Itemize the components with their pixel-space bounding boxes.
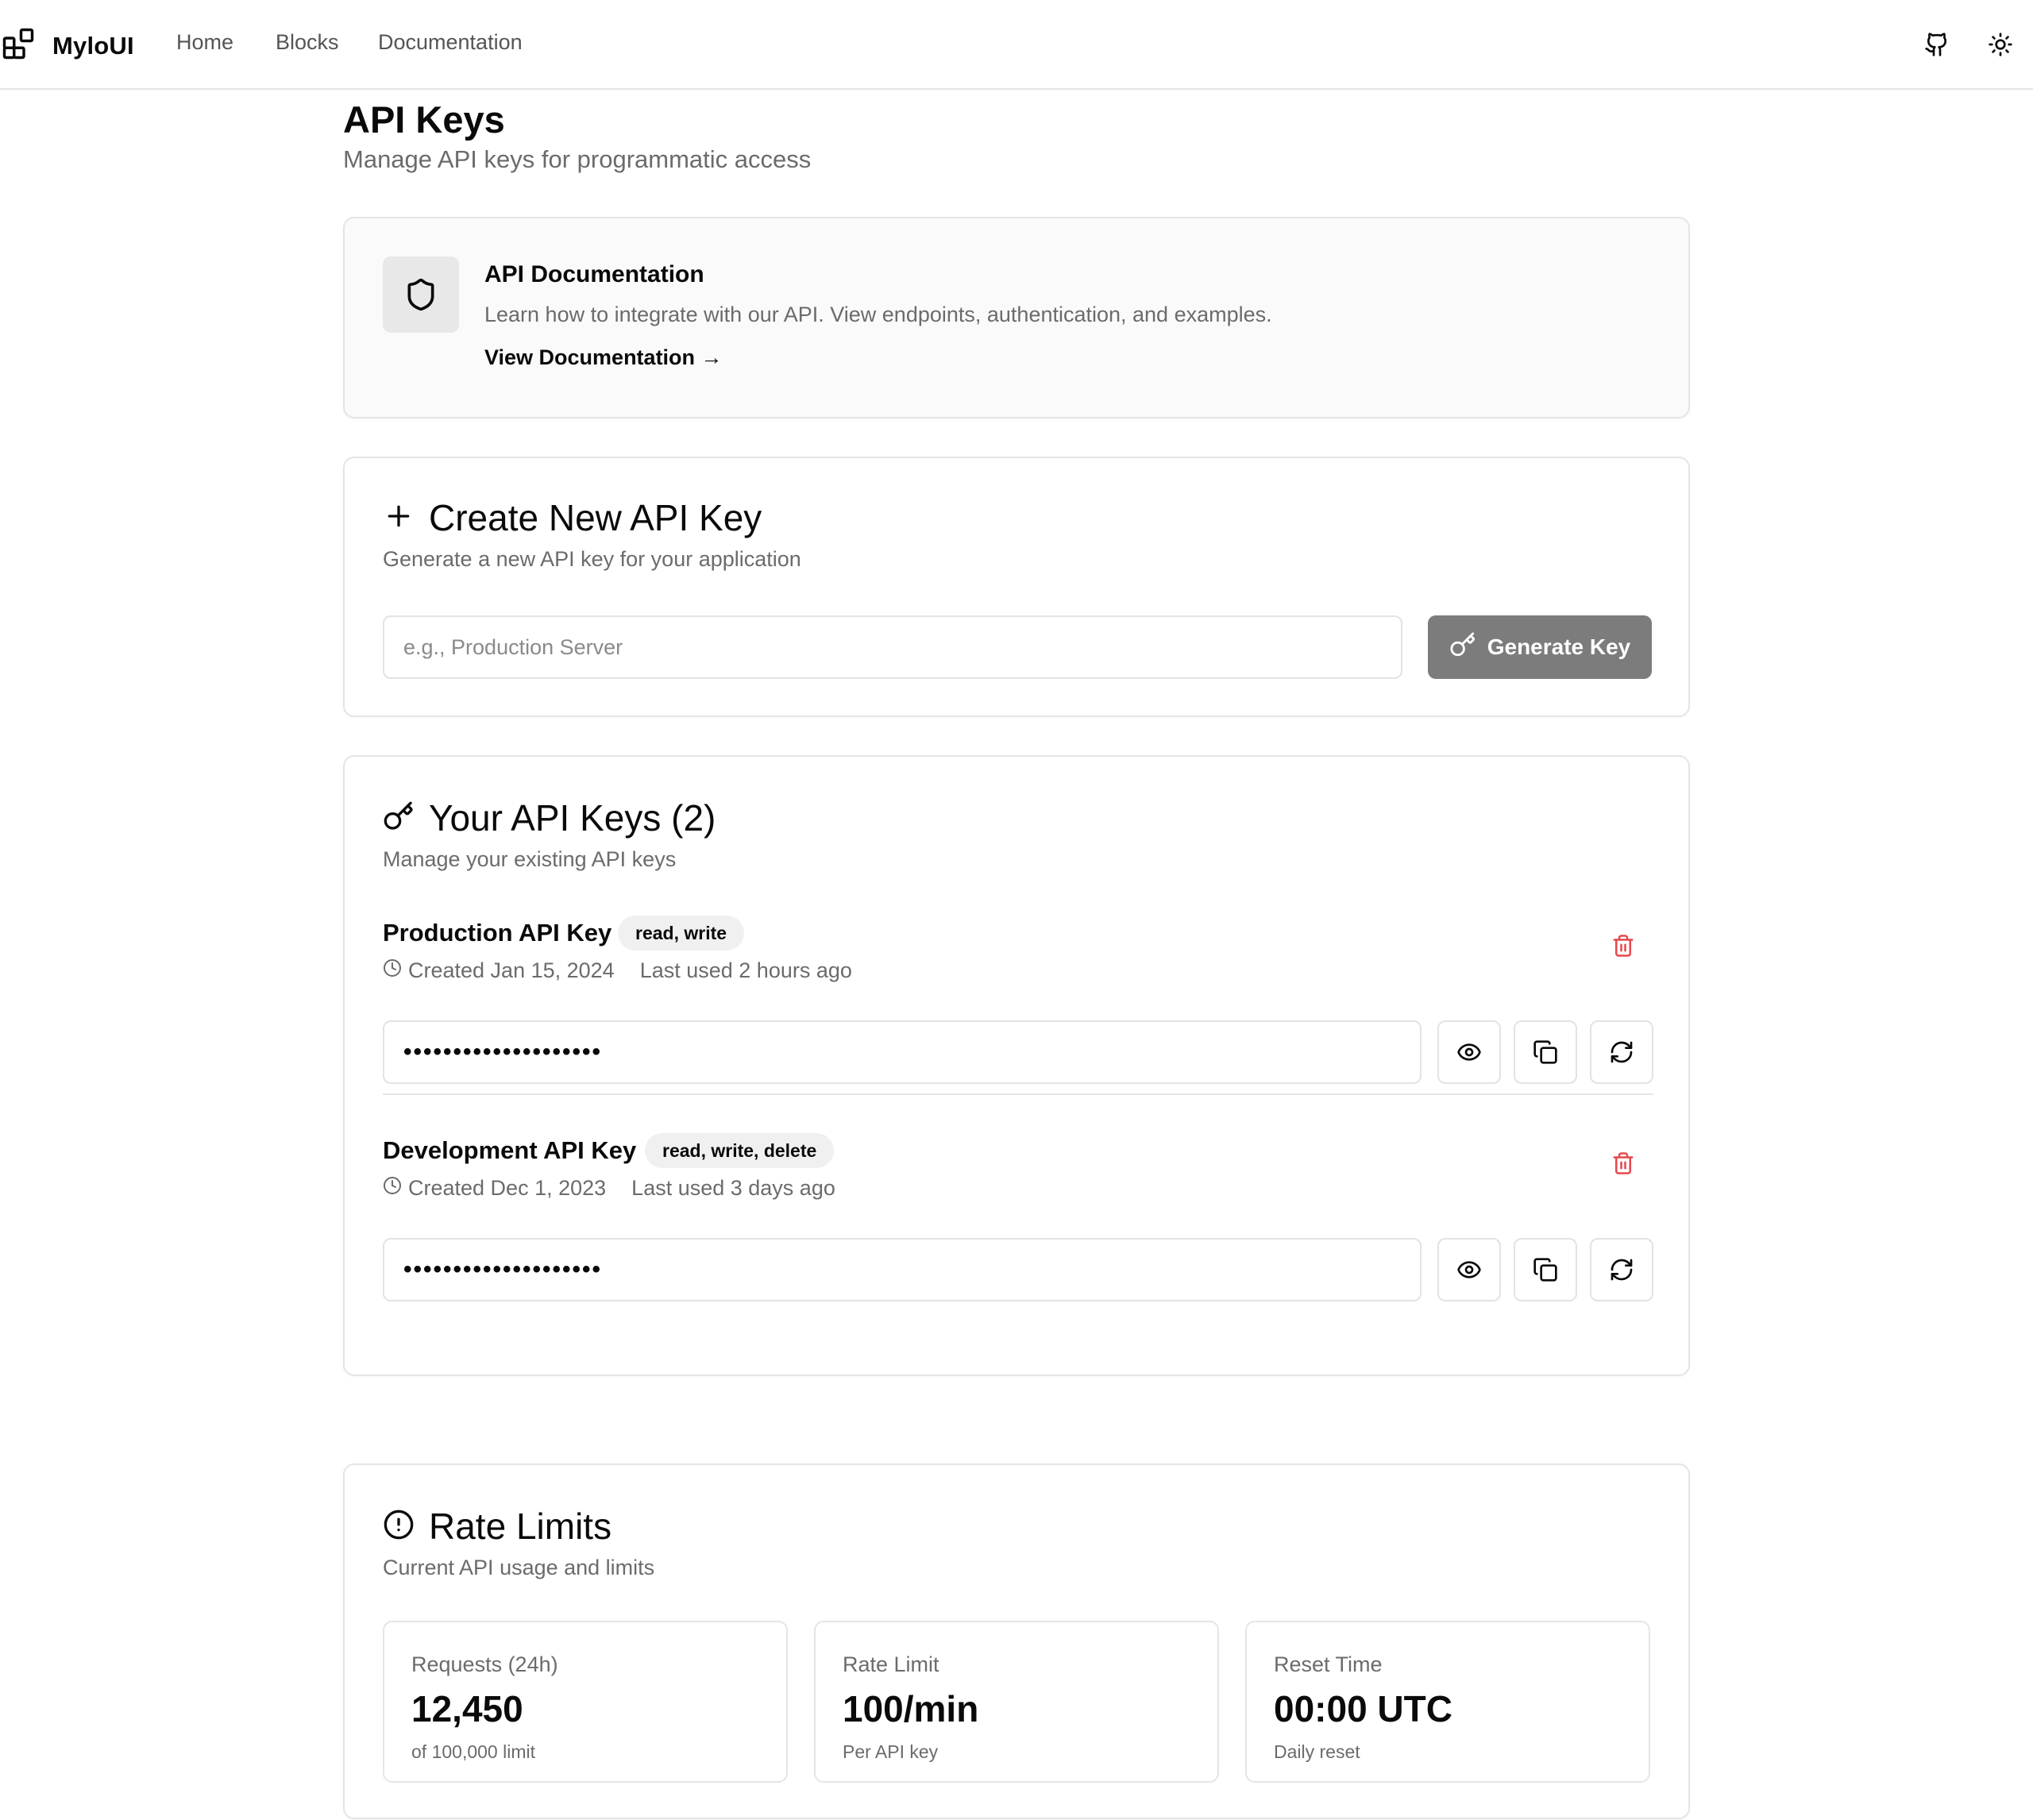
divider bbox=[383, 1093, 1653, 1095]
permissions-badge: read, write bbox=[618, 916, 745, 950]
trash-icon bbox=[1613, 935, 1634, 957]
key-created: Created Dec 1, 2023 bbox=[408, 1176, 607, 1200]
create-card-title: Create New API Key bbox=[429, 497, 762, 538]
refresh-icon bbox=[1611, 1259, 1633, 1281]
create-card-subtitle: Generate a new API key for your applicat… bbox=[383, 547, 801, 571]
stat-label: Rate Limit bbox=[843, 1652, 939, 1676]
key-last-used: Last used 3 days ago bbox=[631, 1176, 835, 1200]
rate-card-title: Rate Limits bbox=[429, 1506, 612, 1547]
generate-key-label: Generate Key bbox=[1487, 634, 1631, 659]
brand-name: MyloUI bbox=[52, 31, 134, 60]
key-created: Created Jan 15, 2024 bbox=[408, 958, 615, 982]
refresh-icon bbox=[1611, 1041, 1633, 1063]
trash-icon bbox=[1613, 1152, 1634, 1174]
stat-label: Reset Time bbox=[1274, 1652, 1383, 1676]
stat-value: 00:00 UTC bbox=[1274, 1688, 1452, 1729]
create-api-key-card: Create New API Key Generate a new API ke… bbox=[343, 457, 1690, 717]
top-navbar: MyloUI Home Blocks Documentation bbox=[0, 0, 2033, 90]
create-card-header: Create New API Key bbox=[383, 496, 762, 539]
regenerate-key-button[interactable] bbox=[1590, 1238, 1653, 1301]
blocks-logo-icon bbox=[2, 27, 35, 64]
keys-card-title: Your API Keys (2) bbox=[429, 797, 716, 839]
show-key-button[interactable] bbox=[1437, 1020, 1501, 1084]
eye-icon bbox=[1457, 1043, 1481, 1061]
docs-description: Learn how to integrate with our API. Vie… bbox=[484, 303, 1272, 326]
key-name-input[interactable] bbox=[383, 615, 1402, 679]
keys-card-header: Your API Keys (2) bbox=[383, 796, 716, 839]
show-key-button[interactable] bbox=[1437, 1238, 1501, 1301]
stat-requests: Requests (24h) 12,450 of 100,000 limit bbox=[383, 1621, 788, 1783]
key-name: Production API Key bbox=[383, 919, 612, 947]
generate-key-button[interactable]: Generate Key bbox=[1428, 615, 1652, 679]
github-icon[interactable] bbox=[1921, 29, 1953, 60]
alert-circle-icon bbox=[383, 1509, 429, 1544]
key-meta: Created Dec 1, 2023 Last used 3 days ago bbox=[383, 1176, 835, 1201]
masked-key-field[interactable]: •••••••••••••••••••• bbox=[383, 1238, 1422, 1301]
masked-key-field[interactable]: •••••••••••••••••••• bbox=[383, 1020, 1422, 1084]
stat-value: 100/min bbox=[843, 1688, 979, 1729]
brand[interactable]: MyloUI bbox=[2, 27, 134, 64]
view-documentation-link[interactable]: View Documentation → bbox=[484, 345, 723, 370]
docs-title: API Documentation bbox=[484, 261, 704, 287]
eye-icon bbox=[1457, 1261, 1481, 1278]
copy-icon bbox=[1533, 1040, 1557, 1064]
page-title: API Keys bbox=[343, 98, 505, 141]
your-api-keys-card: Your API Keys (2) Manage your existing A… bbox=[343, 755, 1690, 1376]
stat-note: Per API key bbox=[843, 1741, 939, 1762]
delete-key-button[interactable] bbox=[1606, 1146, 1641, 1181]
page-subtitle: Manage API keys for programmatic access bbox=[343, 145, 812, 173]
key-icon bbox=[1449, 631, 1487, 664]
stat-reset-time: Reset Time 00:00 UTC Daily reset bbox=[1245, 1621, 1650, 1783]
copy-icon bbox=[1533, 1258, 1557, 1282]
keys-card-subtitle: Manage your existing API keys bbox=[383, 847, 677, 871]
delete-key-button[interactable] bbox=[1606, 928, 1641, 963]
stat-label: Requests (24h) bbox=[411, 1652, 558, 1676]
copy-key-button[interactable] bbox=[1514, 1238, 1577, 1301]
sun-icon[interactable] bbox=[1985, 29, 2016, 60]
permissions-badge: read, write, delete bbox=[645, 1133, 835, 1168]
copy-key-button[interactable] bbox=[1514, 1020, 1577, 1084]
shield-icon bbox=[383, 256, 459, 333]
stat-note: of 100,000 limit bbox=[411, 1741, 535, 1762]
api-documentation-card: API Documentation Learn how to integrate… bbox=[343, 217, 1690, 418]
rate-card-header: Rate Limits bbox=[383, 1505, 611, 1548]
stat-rate-limit: Rate Limit 100/min Per API key bbox=[814, 1621, 1219, 1783]
regenerate-key-button[interactable] bbox=[1590, 1020, 1653, 1084]
plus-icon bbox=[383, 500, 429, 536]
nav-link-documentation[interactable]: Documentation bbox=[378, 30, 523, 55]
rate-card-subtitle: Current API usage and limits bbox=[383, 1556, 655, 1579]
clock-icon bbox=[383, 958, 408, 983]
nav-link-blocks[interactable]: Blocks bbox=[276, 30, 339, 55]
stat-value: 12,450 bbox=[411, 1688, 523, 1729]
stat-note: Daily reset bbox=[1274, 1741, 1360, 1762]
clock-icon bbox=[383, 1176, 408, 1201]
key-icon bbox=[383, 800, 429, 836]
rate-limits-card: Rate Limits Current API usage and limits… bbox=[343, 1463, 1690, 1819]
key-last-used: Last used 2 hours ago bbox=[639, 958, 852, 982]
nav-link-home[interactable]: Home bbox=[176, 30, 233, 55]
key-meta: Created Jan 15, 2024 Last used 2 hours a… bbox=[383, 958, 852, 983]
key-name: Development API Key bbox=[383, 1136, 637, 1164]
